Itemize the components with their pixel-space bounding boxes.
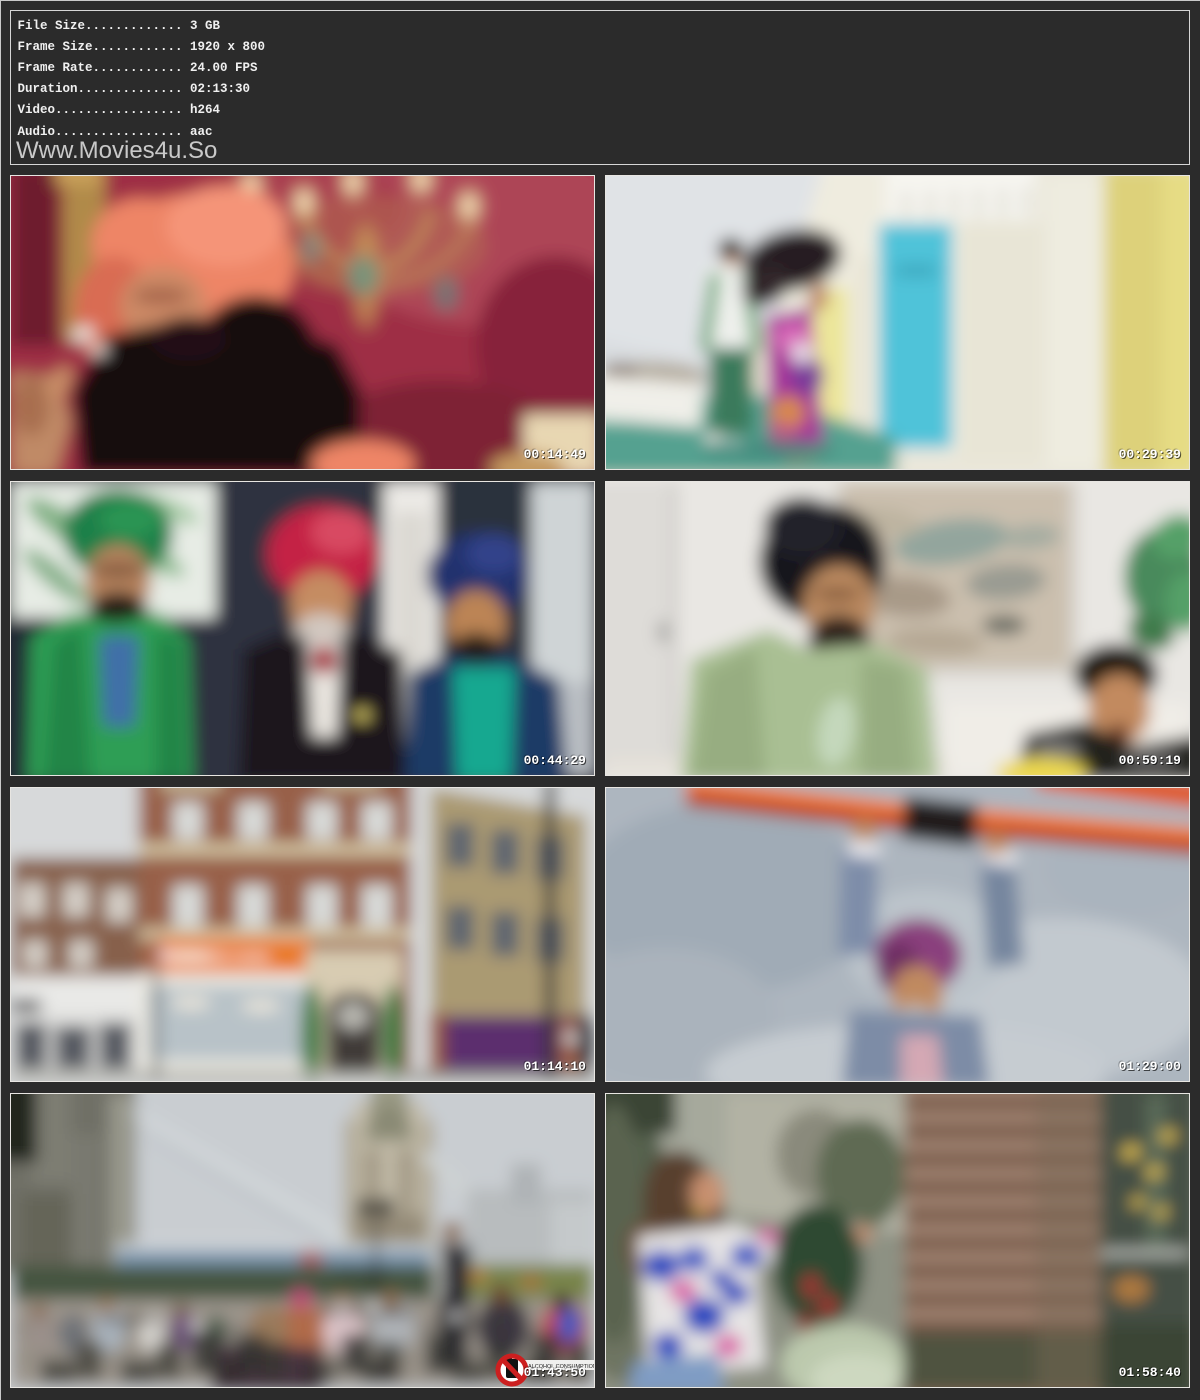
svg-text:Incredible India: Incredible India <box>159 949 269 966</box>
